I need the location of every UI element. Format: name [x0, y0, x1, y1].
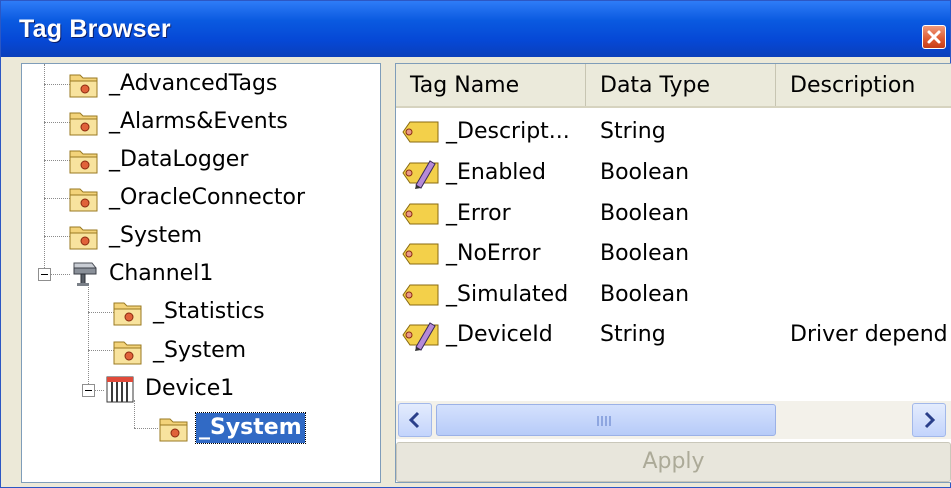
- tag-name-cell: _NoError: [446, 241, 541, 266]
- tree-item-alarms-events[interactable]: _Alarms&Events: [68, 105, 291, 139]
- channel1-collapse-toggle[interactable]: [38, 268, 51, 281]
- tree-item-channel-system[interactable]: _System: [112, 334, 249, 368]
- tree-item-label-selected: _System: [195, 412, 306, 444]
- tag-list-panel[interactable]: Tag Name Data Type Description _Descript…: [395, 63, 951, 483]
- folder-icon: [69, 74, 98, 98]
- tag-name-cell: _Simulated: [446, 282, 569, 307]
- tag-name-cell: _Error: [446, 201, 511, 226]
- scroll-right-button[interactable]: [912, 403, 946, 437]
- device-icon: [106, 376, 134, 403]
- tree-item-label: _System: [109, 223, 203, 248]
- data-type-cell: String: [600, 322, 666, 347]
- tree-item-advancedtags[interactable]: _AdvancedTags: [68, 67, 280, 101]
- column-header-description[interactable]: Description: [776, 64, 951, 106]
- tree-item-label: Channel1: [109, 261, 214, 286]
- table-row[interactable]: _Simulated Boolean: [396, 275, 951, 315]
- tree-item-oracleconnector[interactable]: _OracleConnector: [68, 181, 308, 215]
- folder-icon: [159, 418, 188, 442]
- folder-icon: [69, 112, 98, 136]
- device1-collapse-toggle[interactable]: [82, 384, 95, 397]
- table-row[interactable]: _Error Boolean: [396, 194, 951, 234]
- tree-item-label: Device1: [145, 376, 235, 401]
- tree-item-device1[interactable]: Device1: [104, 372, 237, 406]
- tree-item-channel1[interactable]: Channel1: [68, 257, 216, 291]
- tree-panel[interactable]: _AdvancedTags _Alarms&Events _DataLogger: [21, 63, 381, 483]
- tag-writable-icon: [402, 322, 439, 351]
- folder-icon: [69, 188, 98, 212]
- table-row[interactable]: _DeviceId String Driver depend: [396, 315, 951, 355]
- folder-icon: [113, 341, 142, 365]
- tag-name-cell: _Descript...: [446, 119, 570, 144]
- data-type-cell: Boolean: [600, 241, 690, 266]
- title-bar[interactable]: Tag Browser: [1, 1, 950, 57]
- data-type-cell: Boolean: [600, 282, 690, 307]
- tag-name-cell: _Enabled: [446, 160, 546, 185]
- tree-item-label: _AdvancedTags: [109, 71, 278, 96]
- data-type-cell: Boolean: [600, 201, 690, 226]
- close-icon: [927, 30, 941, 44]
- tree-item-datalogger[interactable]: _DataLogger: [68, 143, 251, 177]
- tag-readonly-icon: [402, 284, 439, 306]
- column-header-tag-name[interactable]: Tag Name: [396, 64, 586, 106]
- column-header-row: Tag Name Data Type Description: [396, 64, 951, 108]
- description-cell: Driver depend: [790, 322, 948, 347]
- table-row[interactable]: _NoError Boolean: [396, 234, 951, 274]
- horizontal-scrollbar[interactable]: [396, 401, 951, 439]
- tag-browser-window: Tag Browser _AdvancedTags _Alarms&Events…: [0, 0, 951, 488]
- tree-item-label: _System: [153, 338, 247, 363]
- chevron-left-icon: [408, 411, 420, 429]
- tree-item-label: _Statistics: [153, 299, 265, 324]
- tag-readonly-icon: [402, 121, 439, 143]
- tag-readonly-icon: [402, 243, 439, 265]
- tree-item-label: _DataLogger: [109, 147, 249, 172]
- folder-icon: [69, 150, 98, 174]
- scroll-left-button[interactable]: [398, 403, 432, 437]
- tree-item-label: _OracleConnector: [109, 185, 306, 210]
- grip-icon: [597, 416, 613, 426]
- table-row[interactable]: _Enabled Boolean: [396, 153, 951, 193]
- scroll-thumb[interactable]: [436, 404, 776, 436]
- chevron-right-icon: [924, 411, 936, 429]
- tree-item-system[interactable]: _System: [68, 219, 205, 253]
- folder-icon: [113, 302, 142, 326]
- tag-writable-icon: [402, 160, 439, 189]
- data-type-cell: String: [600, 119, 666, 144]
- table-row[interactable]: _Descript... String: [396, 112, 951, 152]
- tree-item-label: _Alarms&Events: [109, 109, 288, 134]
- channel-icon: [73, 262, 97, 286]
- window-title: Tag Browser: [19, 15, 171, 43]
- tree-item-device-system[interactable]: _System: [158, 411, 306, 445]
- tree-item-statistics[interactable]: _Statistics: [112, 295, 268, 329]
- data-type-cell: Boolean: [600, 160, 690, 185]
- column-header-data-type[interactable]: Data Type: [586, 64, 776, 106]
- tag-name-cell: _DeviceId: [446, 322, 553, 347]
- apply-button[interactable]: Apply: [396, 442, 951, 482]
- tag-readonly-icon: [402, 203, 439, 225]
- close-button[interactable]: [922, 25, 946, 49]
- folder-icon: [69, 226, 98, 250]
